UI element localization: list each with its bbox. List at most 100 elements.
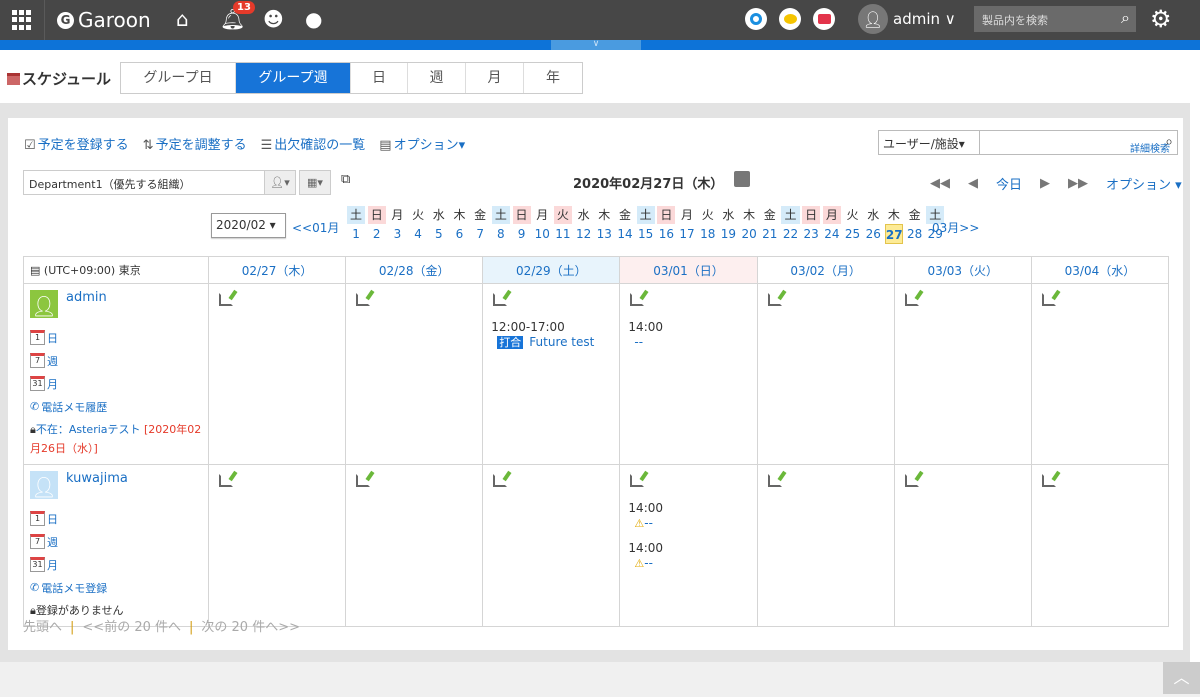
phone-memo-link[interactable]: ✆ 電話メモ登録 — [30, 576, 202, 599]
day-link[interactable]: 23 — [802, 224, 820, 244]
home-icon[interactable]: ⌂ — [176, 7, 189, 31]
tab-2[interactable]: 日 — [351, 63, 408, 93]
next-day-icon[interactable]: ▶ — [1040, 176, 1050, 191]
phone-memo-link[interactable]: ✆ 電話メモ履歴 — [30, 395, 202, 418]
first-page-link[interactable]: 先頭へ — [23, 620, 62, 635]
event[interactable]: 12:00-17:00 打合 Future test — [491, 320, 611, 350]
scroll-to-top-button[interactable]: ︿ — [1163, 662, 1200, 694]
ring-app-icon[interactable] — [745, 8, 767, 30]
day-link[interactable]: 28 — [906, 224, 924, 244]
day-link[interactable]: 20 — [740, 224, 758, 244]
month-select[interactable]: 2020/02 ▾ — [211, 213, 286, 238]
attendance-link[interactable]: ☰ 出欠確認の一覧 — [261, 134, 366, 153]
prev-week-icon[interactable]: ◀◀ — [930, 176, 950, 191]
gear-icon[interactable]: ⚙ — [1150, 5, 1172, 33]
user-menu[interactable]: admin ∨ — [893, 10, 956, 28]
garoon-logo[interactable]: G Garoon — [57, 8, 151, 32]
day-link[interactable]: 14 — [616, 224, 634, 244]
column-header[interactable]: 02/27（木） — [207, 256, 347, 284]
today-link[interactable]: 今日 — [996, 174, 1022, 193]
register-link[interactable]: ☑ 予定を登録する — [24, 134, 129, 153]
event-title-line[interactable]: 打合 Future test — [491, 335, 611, 350]
day-link[interactable]: 13 — [595, 224, 613, 244]
day-link[interactable]: 1 — [347, 224, 365, 244]
day-link[interactable]: 3 — [388, 224, 406, 244]
column-header[interactable]: 03/04（水） — [1030, 256, 1170, 284]
app-menu-icon[interactable] — [12, 10, 32, 30]
display-options-menu[interactable]: オプション ▾ — [1106, 174, 1182, 193]
favorite-icon[interactable]: ● — [305, 7, 322, 31]
add-event-icon[interactable] — [630, 293, 645, 306]
column-header[interactable]: 02/29（土） — [482, 256, 621, 284]
add-event-icon[interactable] — [219, 293, 233, 306]
column-header[interactable]: 03/02（月） — [756, 256, 895, 284]
user-view-link[interactable]: 31 月 — [30, 372, 202, 395]
day-link[interactable]: 9 — [513, 224, 531, 244]
add-event-icon[interactable] — [1041, 293, 1056, 306]
column-header[interactable]: 03/01（日） — [619, 256, 758, 284]
product-search-input[interactable]: 製品内を検索 ⌕ — [974, 6, 1136, 32]
tab-0[interactable]: グループ日 — [121, 63, 236, 93]
advanced-search-link[interactable]: 詳細検索 — [1130, 140, 1170, 155]
day-link[interactable]: 11 — [554, 224, 572, 244]
event[interactable]: 14:00 ⚠-- — [628, 501, 748, 531]
day-link[interactable]: 16 — [657, 224, 675, 244]
event-title-line[interactable]: -- — [628, 335, 748, 350]
user-avatar[interactable]: 👤︎ — [858, 4, 888, 34]
org-picker-button[interactable]: ▦▾ — [299, 170, 331, 195]
day-link[interactable]: 22 — [781, 224, 799, 244]
day-link[interactable]: 10 — [533, 224, 551, 244]
add-event-icon[interactable] — [493, 293, 508, 306]
add-event-icon[interactable] — [356, 474, 371, 487]
scrollbar[interactable] — [1190, 50, 1200, 662]
day-link[interactable]: 19 — [719, 224, 737, 244]
day-link[interactable]: 17 — [678, 224, 696, 244]
user-link[interactable]: admin — [66, 290, 107, 318]
day-link[interactable]: 5 — [430, 224, 448, 244]
tab-4[interactable]: 月 — [466, 63, 524, 93]
user-view-link[interactable]: 31 月 — [30, 553, 202, 576]
column-header[interactable]: 03/03（火） — [893, 256, 1032, 284]
calendar-picker-icon[interactable] — [734, 171, 750, 187]
column-header[interactable]: 02/28（金） — [345, 256, 484, 284]
add-event-icon[interactable] — [1041, 474, 1056, 487]
absence-label[interactable]: 不在：Asteriaテスト — [36, 423, 141, 436]
prev-day-icon[interactable]: ◀ — [968, 176, 978, 191]
add-event-icon[interactable] — [630, 474, 645, 487]
user-view-link[interactable]: 7週 — [30, 530, 202, 553]
day-link[interactable]: 7 — [471, 224, 489, 244]
tab-1[interactable]: グループ週 — [236, 63, 351, 93]
add-event-icon[interactable] — [904, 293, 919, 306]
copy-window-icon[interactable]: ⧉ — [341, 172, 350, 187]
user-view-link[interactable]: 1日 — [30, 507, 202, 530]
prev-month-link[interactable]: <<01月 — [292, 219, 339, 236]
day-link[interactable]: 27 — [884, 224, 903, 244]
tab-5[interactable]: 年 — [524, 63, 582, 93]
day-link[interactable]: 26 — [864, 224, 882, 244]
day-link[interactable]: 8 — [492, 224, 510, 244]
add-event-icon[interactable] — [904, 474, 919, 487]
event-title-line[interactable]: ⚠-- — [628, 556, 748, 571]
department-select[interactable]: Department1（優先する組織） — [23, 170, 295, 195]
next-month-link[interactable]: 03月>> — [932, 219, 979, 236]
add-event-icon[interactable] — [219, 474, 233, 487]
user-view-link[interactable]: 1日 — [30, 326, 202, 349]
next-week-icon[interactable]: ▶▶ — [1068, 176, 1088, 191]
prev-page-link[interactable]: <<前の 20 件へ — [82, 620, 181, 635]
search-icon[interactable]: ⌕ — [1121, 8, 1130, 28]
expand-header-toggle[interactable]: ∨ — [551, 40, 641, 50]
user-view-link[interactable]: 7週 — [30, 349, 202, 372]
day-link[interactable]: 12 — [575, 224, 593, 244]
day-link[interactable]: 24 — [823, 224, 841, 244]
day-link[interactable]: 15 — [637, 224, 655, 244]
event-title-line[interactable]: ⚠-- — [628, 516, 748, 531]
day-link[interactable]: 4 — [409, 224, 427, 244]
add-event-icon[interactable] — [767, 474, 782, 487]
day-link[interactable]: 2 — [368, 224, 386, 244]
day-link[interactable]: 18 — [699, 224, 717, 244]
next-page-link[interactable]: 次の 20 件へ>> — [201, 620, 300, 635]
user-facility-select[interactable]: ユーザー/施設▾ — [878, 130, 980, 155]
day-link[interactable]: 21 — [761, 224, 779, 244]
chat-app-icon[interactable] — [779, 8, 801, 30]
user-picker-button[interactable]: 👤︎▾ — [264, 170, 296, 195]
